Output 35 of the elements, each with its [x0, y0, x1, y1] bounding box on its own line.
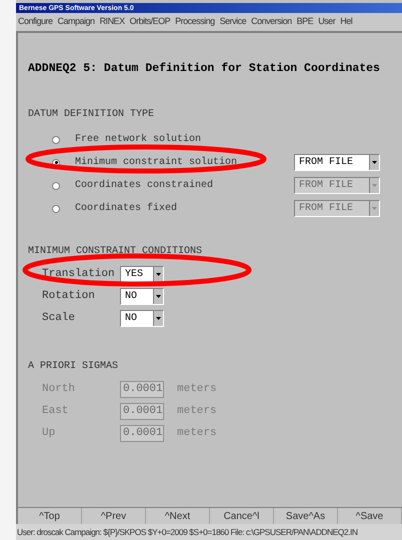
field-label: Up [42, 426, 56, 441]
radio-button[interactable] [52, 182, 60, 190]
radio-label: Coordinates constrained [75, 178, 214, 194]
radio-label: Minimum constraint solution [75, 156, 238, 170]
menu-item[interactable]: Campaign [58, 15, 95, 29]
dropdown[interactable]: NO [120, 288, 164, 305]
section-heading: A PRIORI SIGMAS [28, 360, 120, 374]
field-label: Rotation [42, 289, 96, 304]
panel-title: ADDNEQ2 5: Datum Definition for Station Coordinates [28, 61, 381, 77]
menu-item[interactable]: Service [220, 15, 246, 29]
dropdown[interactable]: YES [120, 266, 164, 283]
menu-item[interactable]: RINEX [100, 15, 125, 29]
field-label: Scale [42, 311, 76, 326]
radio-button[interactable] [52, 204, 60, 213]
unit-label: meters [177, 382, 217, 397]
menu-item[interactable]: Hel [340, 15, 352, 29]
menu-item[interactable]: Processing [175, 15, 215, 29]
menu-item[interactable]: BPE [296, 15, 314, 29]
radio-button[interactable] [52, 136, 60, 144]
section-heading: MINIMUM CONSTRAINT CONDITIONS [28, 245, 204, 260]
menu-item[interactable]: User [318, 15, 336, 29]
dropdown[interactable]: NO [120, 310, 164, 327]
unit-label: meters [177, 404, 217, 419]
field-label: East [42, 404, 70, 419]
section-heading: DATUM DEFINITION TYPE [28, 108, 156, 122]
status-bar-text: User: droscak Campaign: ${P}/SKPOS $Y+0=2009 $S+0=1860 File: c:\GPSUSER/PAN\ADDNEQ2.IN [17, 526, 358, 538]
menu-item[interactable]: Conversion [251, 15, 292, 29]
menu-item[interactable]: Orbits/EOP [130, 15, 170, 29]
menu-item[interactable]: Configure [18, 15, 53, 29]
radio-label: Free network solution [75, 132, 202, 148]
unit-label: meters [177, 426, 217, 441]
dropdown[interactable]: FROM FILE [294, 154, 380, 172]
radio-label: Coordinates fixed [75, 202, 178, 216]
field-label: Translation [42, 267, 116, 282]
field-label: North [42, 382, 76, 397]
